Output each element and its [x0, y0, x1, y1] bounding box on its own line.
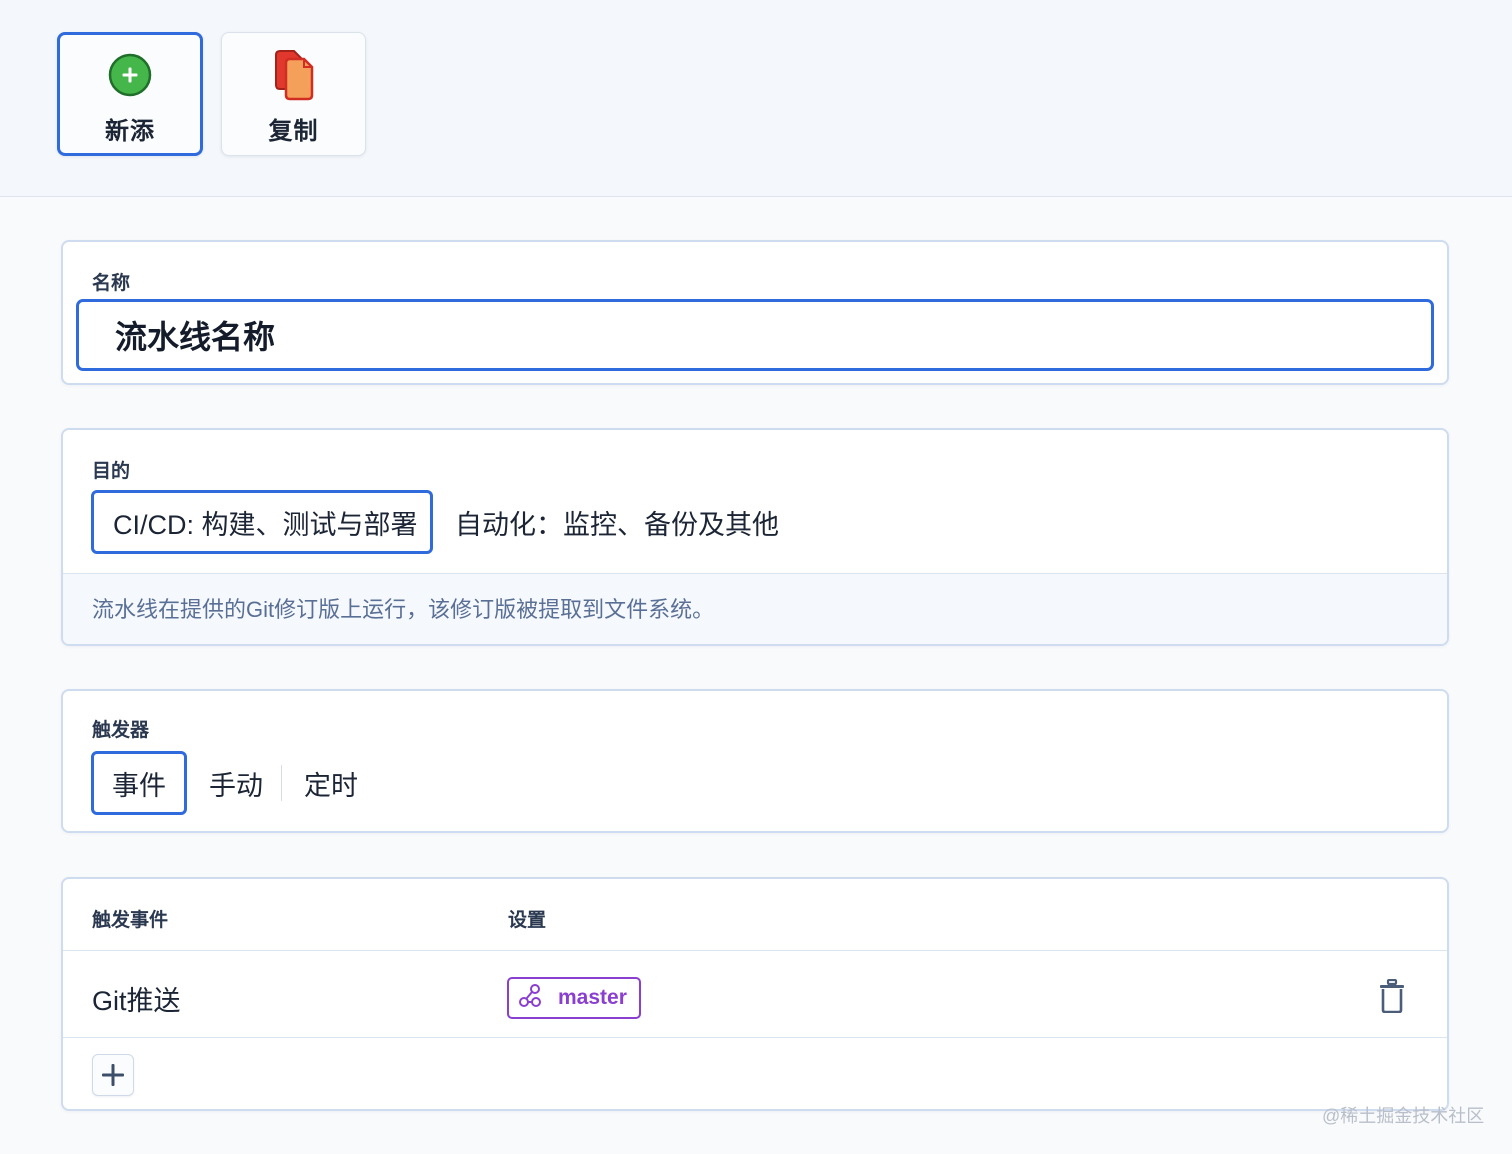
- pipeline-name-input[interactable]: [76, 299, 1434, 371]
- table-header: 触发事件 设置: [63, 879, 1447, 951]
- copy-icon: [272, 49, 316, 101]
- column-header-event: 触发事件: [92, 910, 169, 931]
- branch-filter-tag[interactable]: master: [507, 977, 641, 1019]
- table-row: Git推送 master: [63, 951, 1447, 1038]
- purpose-card: 目的 CI/CD: 构建、测试与部署 自动化：监控、备份及其他 流水线在提供的G…: [61, 428, 1449, 646]
- trigger-events-table: 触发事件 设置 Git推送 master: [61, 877, 1449, 1111]
- copy-pipeline-label: 复制: [268, 118, 319, 145]
- plus-icon: [102, 1064, 124, 1086]
- event-name: Git推送: [92, 986, 181, 1016]
- name-card: 名称: [61, 240, 1449, 385]
- watermark: @稀土掘金技术社区: [1322, 1106, 1485, 1126]
- purpose-option-automation[interactable]: 自动化：监控、备份及其他: [455, 490, 779, 554]
- add-trigger-event-button[interactable]: [92, 1054, 134, 1096]
- trigger-option-event[interactable]: 事件: [91, 751, 187, 815]
- trash-icon: [1380, 979, 1404, 1013]
- add-pipeline-label: 新添: [105, 118, 155, 145]
- trigger-label: 触发器: [92, 720, 150, 741]
- trigger-divider: [281, 765, 282, 801]
- trigger-option-scheduled[interactable]: 定时: [304, 751, 358, 815]
- branch-name: master: [558, 986, 627, 1009]
- purpose-label: 目的: [92, 461, 131, 482]
- copy-pipeline-button[interactable]: 复制: [221, 32, 366, 156]
- plus-circle-icon: [108, 49, 152, 101]
- column-header-settings: 设置: [508, 910, 547, 931]
- toolbar: 新添 复制: [0, 0, 1512, 197]
- trigger-option-manual[interactable]: 手动: [209, 751, 263, 815]
- trigger-card: 触发器 事件 手动 定时: [61, 689, 1449, 833]
- purpose-option-cicd[interactable]: CI/CD: 构建、测试与部署: [91, 490, 433, 554]
- name-label: 名称: [92, 273, 131, 294]
- delete-row-button[interactable]: [1377, 976, 1407, 1016]
- add-pipeline-button[interactable]: 新添: [57, 32, 203, 156]
- purpose-description: 流水线在提供的Git修订版上运行，该修订版被提取到文件系统。: [63, 573, 1447, 644]
- git-branch-icon: [518, 983, 544, 1014]
